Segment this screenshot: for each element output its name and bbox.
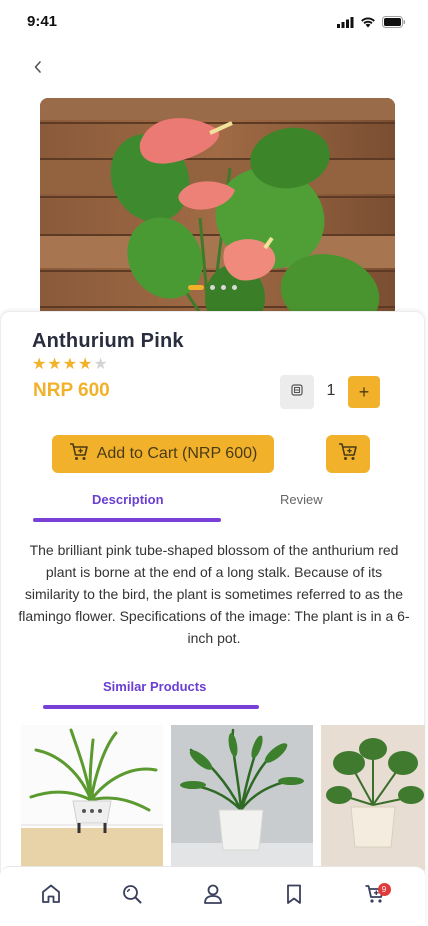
bottom-navigation: 9 [0,866,425,926]
battery-icon [382,15,406,33]
chevron-left-icon [33,60,43,79]
nav-profile[interactable] [191,875,235,919]
product-description: The brilliant pink tube-shaped blossom o… [18,542,410,646]
star-empty-icon: ★ [93,356,108,373]
star-icon: ★ [62,356,78,373]
quantity-value: 1 [326,382,336,399]
add-to-cart-button[interactable]: Add to Cart (NRP 600) [52,435,274,473]
cart-count-badge: 9 [377,882,391,896]
status-bar: 9:41 [0,0,428,44]
quantity-decrease-button[interactable] [280,375,314,409]
carousel-indicator [188,285,237,290]
cellular-signal-icon [337,15,354,33]
tab-similar-products[interactable]: Similar Products [103,679,206,694]
similar-product-card[interactable] [171,725,313,870]
search-icon [121,883,143,910]
carousel-dot[interactable] [188,285,204,290]
cart-icon [69,442,89,466]
rating-stars: ★ ★ ★ ★ ★ [32,357,108,373]
tab-description[interactable]: Description [92,492,164,507]
carousel-dot[interactable] [221,285,226,290]
product-price: NRP 600 [33,380,110,401]
view-cart-button[interactable] [326,435,370,473]
similar-product-card[interactable] [321,725,425,870]
nav-home[interactable] [29,875,73,919]
palm-plant-photo [171,725,313,870]
active-tab-indicator [33,518,221,522]
add-to-cart-label: Add to Cart (NRP 600) [96,445,258,462]
similar-tab-indicator [43,705,259,709]
similar-product-card[interactable] [21,725,163,870]
anthurium-photo [40,98,395,328]
star-icon: ★ [78,356,93,373]
carousel-dot[interactable] [210,285,215,290]
status-icons [337,15,406,33]
cart-icon [338,442,358,466]
quantity-increase-button[interactable]: + [348,376,380,408]
home-icon [40,883,62,910]
nav-cart[interactable]: 9 [353,875,397,919]
tab-review[interactable]: Review [280,492,323,507]
minus-icon [291,383,303,401]
product-image-carousel[interactable] [40,98,395,328]
star-icon: ★ [32,356,47,373]
spider-plant-photo [21,725,163,870]
back-button[interactable] [26,57,50,81]
wifi-icon [360,15,376,33]
plus-label: + [358,381,370,402]
nav-bookmarks[interactable] [272,875,316,919]
status-time: 9:41 [27,13,58,30]
carousel-dot[interactable] [232,285,237,290]
product-title: Anthurium Pink [32,330,184,352]
bookmark-icon [283,883,305,910]
nav-search[interactable] [110,875,154,919]
star-icon: ★ [47,356,62,373]
profile-icon [202,883,224,910]
monstera-plant-photo [321,725,425,870]
